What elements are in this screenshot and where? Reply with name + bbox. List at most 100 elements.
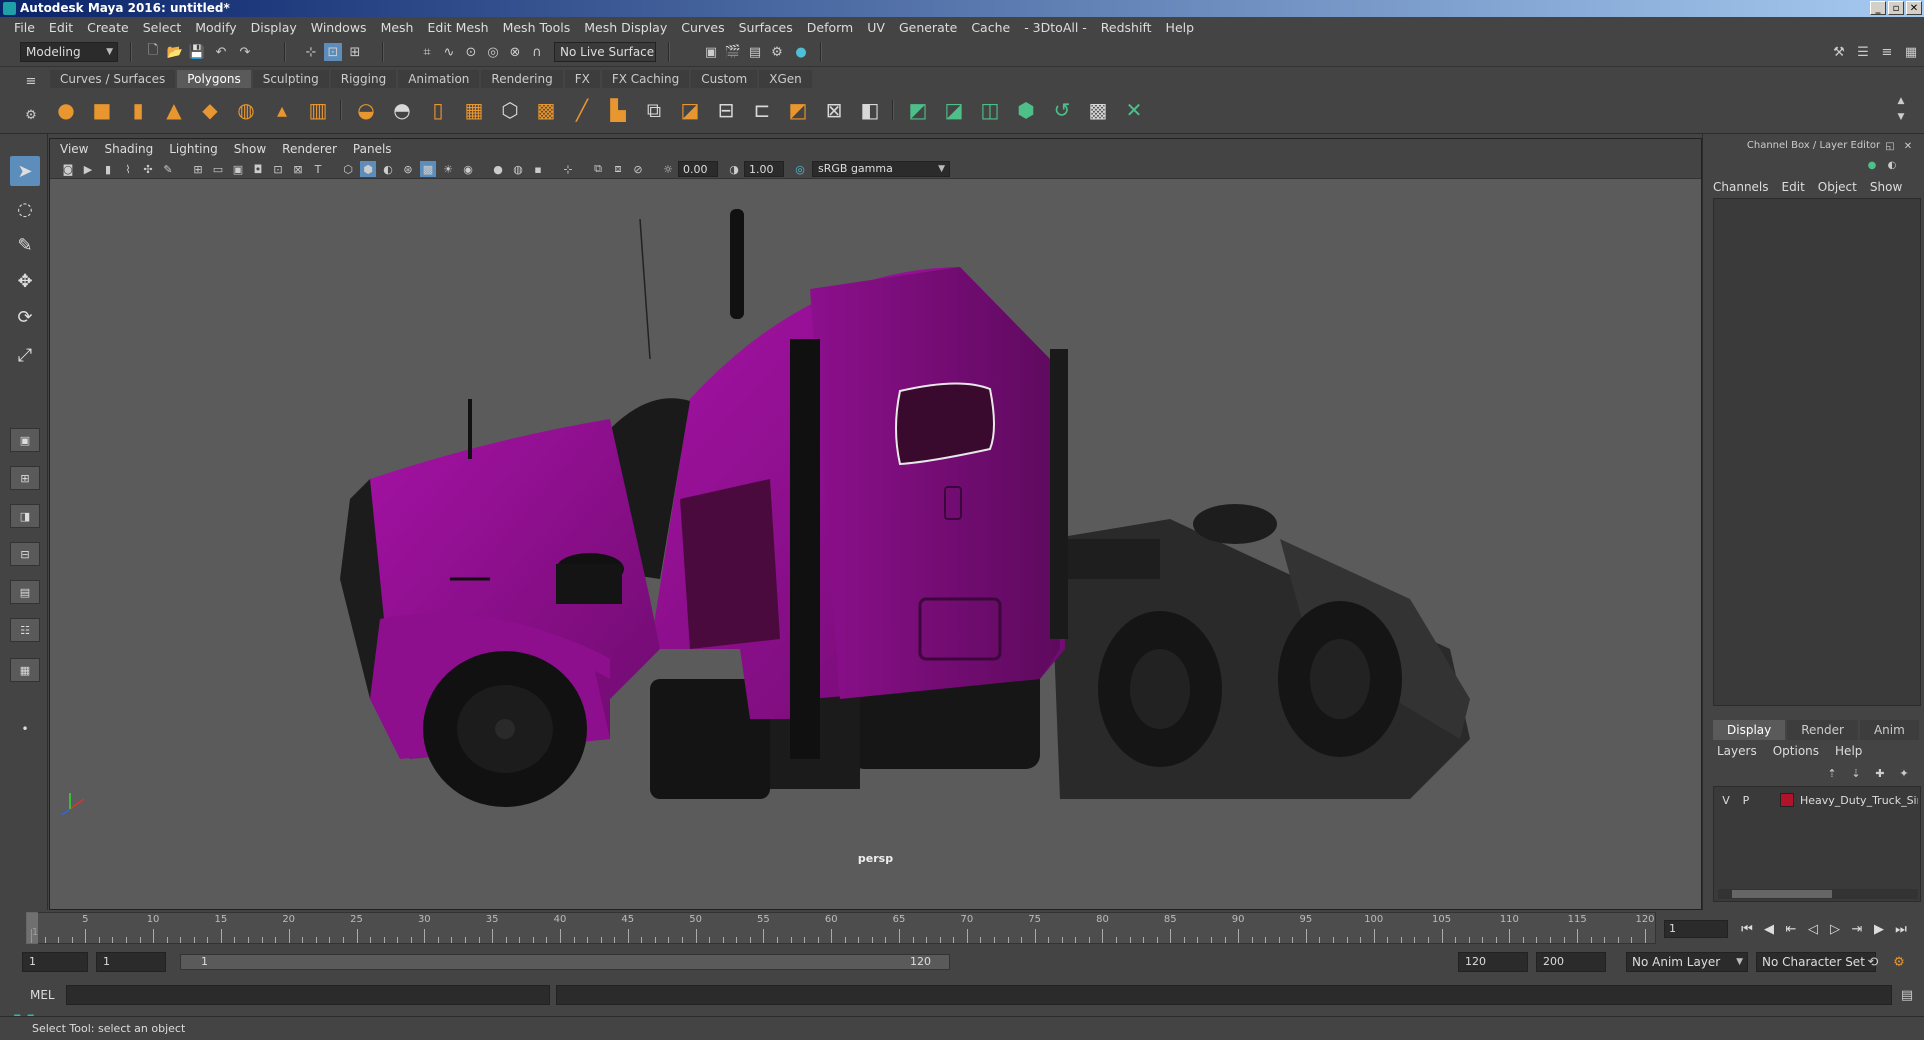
menu-uv[interactable]: UV <box>867 20 885 35</box>
menu-deform[interactable]: Deform <box>807 20 853 35</box>
shelf-menu-icon[interactable]: ≡ <box>22 72 40 90</box>
combine-icon[interactable]: ◒ <box>352 96 380 124</box>
wireframe-icon[interactable]: ⬡ <box>340 161 356 177</box>
snap-grid-icon[interactable]: ⌗ <box>418 43 436 61</box>
poly-sphere-icon[interactable]: ● <box>52 96 80 124</box>
select-object-icon[interactable]: ⊡ <box>324 43 342 61</box>
live-surface-field[interactable]: No Live Surface <box>554 42 656 62</box>
film-gate-icon[interactable]: ▭ <box>210 161 226 177</box>
exposure-icon[interactable]: ☼ <box>660 161 676 177</box>
target-weld-icon[interactable]: ⊠ <box>820 96 848 124</box>
anim-layer-dropdown[interactable]: No Anim Layer ▼ <box>1626 952 1748 972</box>
image-plane-icon[interactable]: ⌇ <box>120 161 136 177</box>
gate-mask-icon[interactable]: ◘ <box>250 161 266 177</box>
select-tool-icon[interactable]: ➤ <box>10 156 40 186</box>
script-editor-icon[interactable]: ▤ <box>1898 986 1916 1004</box>
ambient-occlusion-icon[interactable]: ● <box>490 161 506 177</box>
menu-select[interactable]: Select <box>143 20 182 35</box>
animation-preferences-icon[interactable]: ⚙ <box>1890 953 1908 971</box>
shelf-tab-sculpting[interactable]: Sculpting <box>252 70 329 88</box>
viewport-menu-lighting[interactable]: Lighting <box>169 142 218 156</box>
menu-curves[interactable]: Curves <box>681 20 724 35</box>
uv-editor-icon[interactable]: ◩ <box>904 96 932 124</box>
layer-tab-render[interactable]: Render <box>1787 720 1858 740</box>
viewport-scene[interactable] <box>50 179 1702 910</box>
viewport-menu-view[interactable]: View <box>60 142 88 156</box>
undo-icon[interactable]: ↶ <box>212 43 230 61</box>
separate-icon[interactable]: ◓ <box>388 96 416 124</box>
menu-edit[interactable]: Edit <box>49 20 73 35</box>
snap-curve-icon[interactable]: ∿ <box>440 43 458 61</box>
go-to-start-icon[interactable]: ⏮ <box>1738 920 1756 938</box>
attribute-editor-icon[interactable]: ☰ <box>1854 43 1872 61</box>
shelf-settings-icon[interactable]: ⚙ <box>22 106 40 124</box>
new-layer-icon[interactable]: ✚ <box>1871 764 1889 782</box>
menu-surfaces[interactable]: Surfaces <box>739 20 793 35</box>
snap-live-icon[interactable]: ⊗ <box>506 43 524 61</box>
layer-row[interactable]: V P Heavy_Duty_Truck_Sim <box>1716 791 1920 809</box>
close-panel-icon[interactable]: ✕ <box>1899 137 1917 155</box>
textured-icon[interactable]: ▩ <box>420 161 436 177</box>
four-view-layout-icon[interactable]: ⊞ <box>10 466 40 490</box>
extract-icon[interactable]: ▯ <box>424 96 452 124</box>
poly-pipe-icon[interactable]: ▥ <box>304 96 332 124</box>
command-input[interactable] <box>66 985 550 1005</box>
layer-tab-display[interactable]: Display <box>1713 720 1786 740</box>
new-layer-selected-icon[interactable]: ✦ <box>1895 764 1913 782</box>
ipr-render-icon[interactable]: ▤ <box>746 43 764 61</box>
new-scene-icon[interactable]: 🗋 <box>144 43 162 61</box>
menu-mesh-display[interactable]: Mesh Display <box>584 20 667 35</box>
planar-uv-icon[interactable]: ◪ <box>940 96 968 124</box>
channel-box-menu-object[interactable]: Object <box>1818 180 1857 194</box>
menu-mesh[interactable]: Mesh <box>381 20 414 35</box>
shelf-tab-custom[interactable]: Custom <box>691 70 758 88</box>
camera-select-icon[interactable]: ▶ <box>80 161 96 177</box>
mirror-icon[interactable]: ▩ <box>532 96 560 124</box>
channel-box-menu-channels[interactable]: Channels <box>1713 180 1769 194</box>
grease-pencil-icon[interactable]: ✎ <box>160 161 176 177</box>
hypershade-icon[interactable]: ● <box>792 43 810 61</box>
viewport-menu-show[interactable]: Show <box>234 142 266 156</box>
x-ray-components-icon[interactable]: ⊘ <box>630 161 646 177</box>
checker-icon[interactable]: ▩ <box>1084 96 1112 124</box>
persp-hypershade-layout-icon[interactable]: ▤ <box>10 580 40 604</box>
menu-file[interactable]: File <box>14 20 35 35</box>
select-hierarchy-icon[interactable]: ⊹ <box>302 43 320 61</box>
play-backwards-icon[interactable]: ◁ <box>1804 920 1822 938</box>
shelf-tab-xgen[interactable]: XGen <box>759 70 812 88</box>
move-layer-up-icon[interactable]: ⇡ <box>1823 764 1841 782</box>
anti-aliasing-icon[interactable]: ▪ <box>530 161 546 177</box>
scrollbar-thumb[interactable] <box>1732 890 1832 898</box>
planar-mapping-icon[interactable]: ◧ <box>856 96 884 124</box>
safe-action-icon[interactable]: ⊠ <box>290 161 306 177</box>
menu-edit-mesh[interactable]: Edit Mesh <box>427 20 488 35</box>
range-slider-bar[interactable]: 1 120 <box>180 954 950 970</box>
shadows-icon[interactable]: ◉ <box>460 161 476 177</box>
menu-modify[interactable]: Modify <box>195 20 236 35</box>
default-material-icon[interactable]: ◐ <box>380 161 396 177</box>
scale-tool-icon[interactable]: ⤢ <box>10 340 40 370</box>
toggle-channel-icon[interactable]: ● <box>1863 156 1881 174</box>
lasso-tool-icon[interactable]: ◌ <box>10 194 40 224</box>
tool-settings-icon[interactable]: ≡ <box>1878 43 1896 61</box>
smooth-shade-icon[interactable]: ⬢ <box>360 161 376 177</box>
modeling-toolkit-icon[interactable]: ⚒ <box>1830 43 1848 61</box>
single-perspective-layout-icon[interactable]: ▣ <box>10 428 40 452</box>
rotate-tool-icon[interactable]: ⟳ <box>10 302 40 332</box>
insert-edge-loop-icon[interactable]: ⊏ <box>748 96 776 124</box>
menu-help[interactable]: Help <box>1166 20 1195 35</box>
shelf-tab-rigging[interactable]: Rigging <box>330 70 397 88</box>
poly-torus-icon[interactable]: ◍ <box>232 96 260 124</box>
step-back-frame-icon[interactable]: ◀ <box>1760 920 1778 938</box>
step-forward-frame-icon[interactable]: ▶ <box>1870 920 1888 938</box>
persp-graph-layout-icon[interactable]: ⊟ <box>10 542 40 566</box>
layer-visibility-toggle[interactable]: V <box>1716 794 1736 807</box>
shelf-scroll-down-icon[interactable]: ▼ <box>1892 108 1910 126</box>
automatic-uv-icon[interactable]: ⬢ <box>1012 96 1040 124</box>
render-frame-icon[interactable]: 🎬 <box>724 43 742 61</box>
wireframe-on-shaded-icon[interactable]: ⊛ <box>400 161 416 177</box>
poly-pyramid-icon[interactable]: ▴ <box>268 96 296 124</box>
layer-display-type-toggle[interactable] <box>1756 794 1776 807</box>
snap-point-icon[interactable]: ⊙ <box>462 43 480 61</box>
viewport-menu-renderer[interactable]: Renderer <box>282 142 337 156</box>
